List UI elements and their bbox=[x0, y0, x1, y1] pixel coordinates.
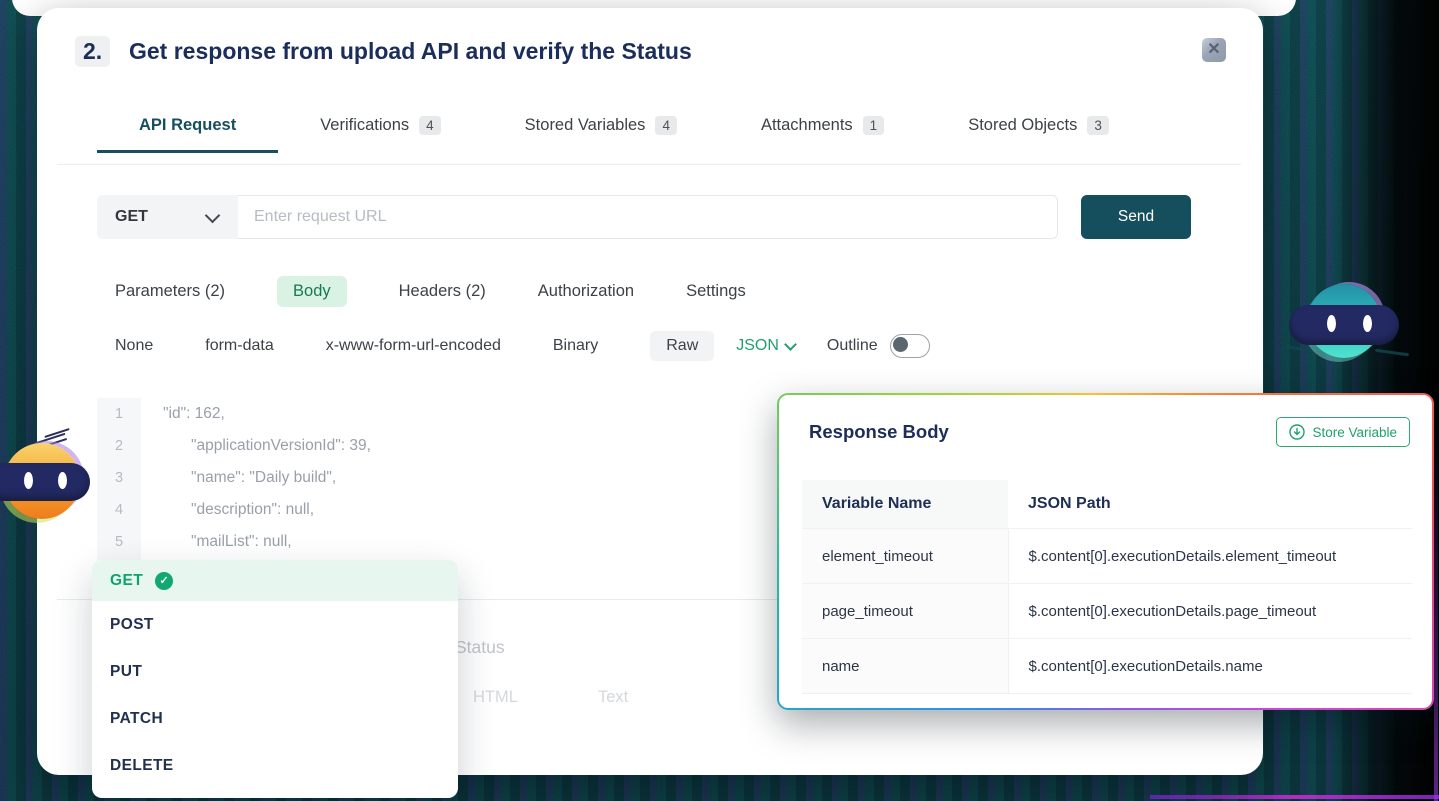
robot-eye-icon bbox=[24, 472, 33, 489]
response-body-panel: Response Body Store Variable Variable Na… bbox=[779, 395, 1432, 708]
cell-json-path: $.content[0].executionDetails.name bbox=[1008, 639, 1412, 694]
code-line: "description": null, bbox=[141, 494, 777, 526]
request-section-tabs: Parameters (2) Body Headers (2) Authoriz… bbox=[115, 276, 746, 307]
faded-tab-text: Text bbox=[598, 688, 628, 707]
send-button[interactable]: Send bbox=[1081, 195, 1191, 239]
line-number: 3 bbox=[97, 462, 141, 494]
chevron-down-icon bbox=[205, 207, 221, 223]
table-row: page_timeout $.content[0].executionDetai… bbox=[802, 584, 1412, 639]
body-type-form-data[interactable]: form-data bbox=[205, 337, 273, 355]
tab-settings[interactable]: Settings bbox=[686, 282, 746, 301]
tab-authorization[interactable]: Authorization bbox=[538, 282, 634, 301]
code-line: "name": "Daily build", bbox=[141, 462, 777, 494]
dropdown-item-patch[interactable]: PATCH bbox=[92, 695, 458, 742]
robot-visor-icon bbox=[0, 463, 90, 501]
glitch-accent-line bbox=[1150, 795, 1439, 799]
tab-divider bbox=[57, 164, 1241, 165]
cell-json-path: $.content[0].executionDetails.page_timeo… bbox=[1008, 584, 1412, 639]
language-select[interactable]: JSON bbox=[736, 337, 795, 355]
language-value: JSON bbox=[736, 337, 779, 355]
robot-mascot-right bbox=[1297, 281, 1392, 366]
tab-label: Verifications bbox=[320, 116, 409, 135]
line-number: 1 bbox=[97, 398, 141, 430]
line-number-gutter: 1 2 3 4 5 bbox=[97, 398, 141, 568]
stored-variables-table: Variable Name JSON Path element_timeout … bbox=[802, 480, 1412, 694]
robot-eye-icon bbox=[58, 472, 67, 489]
tab-verifications[interactable]: Verifications 4 bbox=[278, 116, 482, 153]
line-number: 5 bbox=[97, 526, 141, 558]
tab-attachments[interactable]: Attachments 1 bbox=[719, 116, 926, 153]
url-input[interactable] bbox=[238, 195, 1058, 239]
tab-stored-variables[interactable]: Stored Variables 4 bbox=[483, 116, 719, 153]
store-variable-button[interactable]: Store Variable bbox=[1276, 417, 1410, 447]
line-number: 4 bbox=[97, 494, 141, 526]
tab-api-request[interactable]: API Request bbox=[97, 116, 278, 153]
code-line: "mailList": null, bbox=[141, 526, 777, 558]
dropdown-item-post[interactable]: POST bbox=[92, 601, 458, 648]
tab-stored-objects[interactable]: Stored Objects 3 bbox=[926, 116, 1151, 153]
tab-headers[interactable]: Headers (2) bbox=[399, 282, 486, 301]
page-title: Get response from upload API and verify … bbox=[129, 38, 692, 65]
close-button[interactable]: ✕ bbox=[1202, 38, 1226, 62]
body-type-urlencoded[interactable]: x-www-form-url-encoded bbox=[326, 337, 501, 355]
table-header-row: Variable Name JSON Path bbox=[802, 480, 1412, 529]
robot-eye-icon bbox=[1327, 315, 1336, 332]
screenshot-stage: 2. Get response from upload API and veri… bbox=[0, 0, 1439, 801]
outline-control: Outline bbox=[827, 334, 930, 358]
tab-badge: 4 bbox=[655, 116, 677, 135]
column-header-variable-name: Variable Name bbox=[802, 480, 1008, 529]
response-body-panel-border: Response Body Store Variable Variable Na… bbox=[777, 393, 1434, 710]
outline-toggle[interactable] bbox=[890, 334, 930, 358]
cell-variable-name: page_timeout bbox=[802, 584, 1008, 639]
glitch-accent-line-vertical bbox=[1434, 430, 1438, 801]
method-value: GET bbox=[115, 208, 148, 226]
dropdown-item-get[interactable]: GET ✓ bbox=[92, 560, 458, 601]
request-bar: GET bbox=[97, 195, 1058, 239]
robot-eye-icon bbox=[1363, 315, 1372, 332]
download-circle-icon bbox=[1289, 424, 1305, 440]
body-type-none[interactable]: None bbox=[115, 337, 153, 355]
method-dropdown-menu: GET ✓ POST PUT PATCH DELETE bbox=[92, 560, 458, 798]
tab-badge: 4 bbox=[419, 116, 441, 135]
tab-body[interactable]: Body bbox=[277, 276, 347, 307]
robot-visor-icon bbox=[1289, 305, 1399, 345]
tab-badge: 1 bbox=[863, 116, 885, 135]
chevron-down-icon bbox=[784, 338, 797, 351]
response-body-title: Response Body bbox=[809, 421, 949, 443]
cell-variable-name: name bbox=[802, 639, 1008, 694]
table-row: name $.content[0].executionDetails.name bbox=[802, 639, 1412, 694]
tab-label: API Request bbox=[139, 116, 236, 135]
outline-label: Outline bbox=[827, 337, 878, 355]
body-type-bar: None form-data x-www-form-url-encoded Bi… bbox=[115, 331, 930, 361]
main-tab-bar: API Request Verifications 4 Stored Varia… bbox=[97, 116, 1151, 153]
table-row: element_timeout $.content[0].executionDe… bbox=[802, 529, 1412, 584]
code-lines: "id": 162, "applicationVersionId": 39, "… bbox=[141, 398, 777, 568]
code-line: "applicationVersionId": 39, bbox=[141, 430, 777, 462]
store-variable-label: Store Variable bbox=[1312, 425, 1397, 440]
tab-label: Stored Variables bbox=[525, 116, 646, 135]
cell-json-path: $.content[0].executionDetails.element_ti… bbox=[1008, 529, 1412, 584]
selected-method-label: GET bbox=[110, 572, 143, 590]
dropdown-item-put[interactable]: PUT bbox=[92, 648, 458, 695]
faded-status-heading: Status bbox=[455, 637, 505, 658]
body-type-binary[interactable]: Binary bbox=[553, 337, 598, 355]
method-select[interactable]: GET bbox=[97, 195, 238, 239]
close-icon: ✕ bbox=[1207, 42, 1220, 58]
check-icon: ✓ bbox=[155, 572, 173, 590]
body-type-raw[interactable]: Raw bbox=[650, 331, 714, 361]
column-header-json-path: JSON Path bbox=[1008, 480, 1412, 529]
step-number: 2. bbox=[75, 36, 110, 67]
tab-badge: 3 bbox=[1087, 116, 1109, 135]
tab-label: Attachments bbox=[761, 116, 853, 135]
robot-mascot-left bbox=[0, 438, 87, 523]
toggle-knob bbox=[893, 337, 908, 352]
tab-parameters[interactable]: Parameters (2) bbox=[115, 282, 225, 301]
cell-variable-name: element_timeout bbox=[802, 529, 1008, 584]
request-body-editor[interactable]: 1 2 3 4 5 "id": 162, "applicationVersion… bbox=[97, 398, 777, 568]
faded-tab-html: HTML bbox=[473, 688, 518, 707]
tab-label: Stored Objects bbox=[968, 116, 1077, 135]
line-number: 2 bbox=[97, 430, 141, 462]
dropdown-item-delete[interactable]: DELETE bbox=[92, 742, 458, 789]
code-line: "id": 162, bbox=[141, 398, 777, 430]
